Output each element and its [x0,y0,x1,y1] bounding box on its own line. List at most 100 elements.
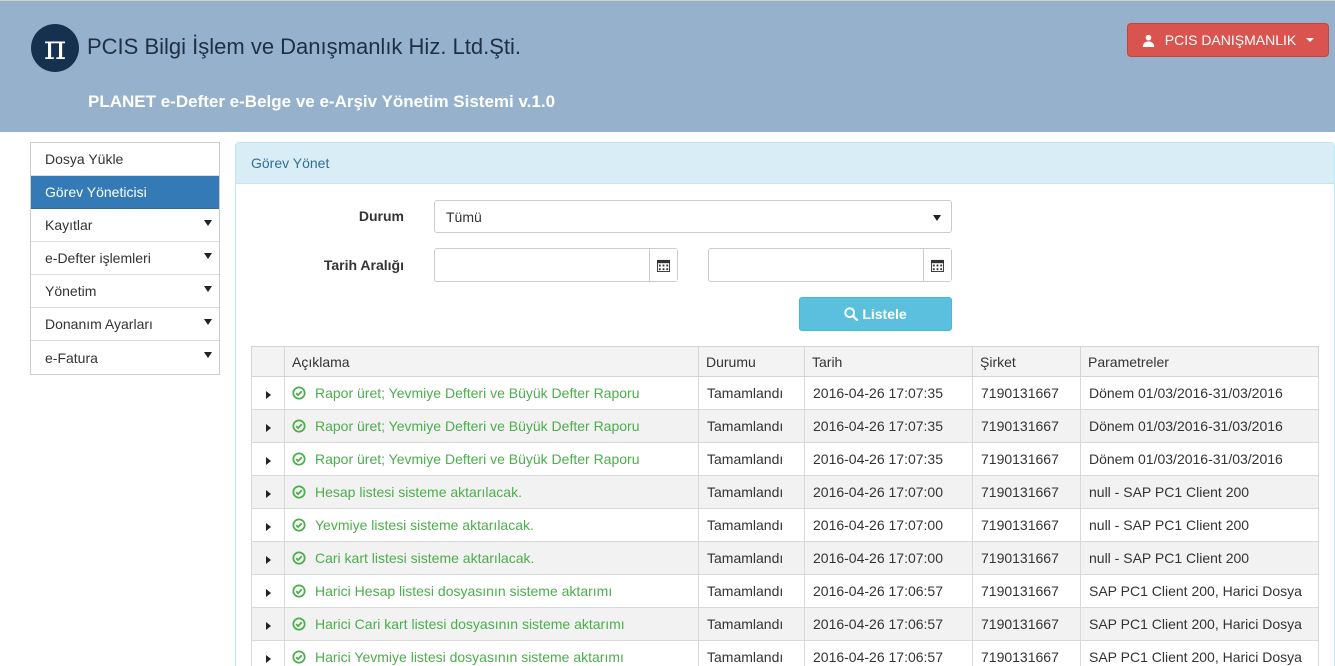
column-header-status[interactable]: Durumu [698,346,805,377]
caret-down-icon [933,215,941,221]
description-text: Harici Hesap listesi dosyasının sisteme … [315,583,613,599]
status-cell: Tamamlandı [698,508,805,542]
company-cell: 7190131667 [972,442,1081,476]
expand-arrow-icon[interactable] [265,391,271,400]
expand-arrow-icon[interactable] [265,655,271,664]
calendar-icon[interactable] [649,249,677,281]
status-cell: Tamamlandı [698,574,805,608]
expand-cell[interactable] [251,475,285,509]
expand-cell[interactable] [251,574,285,608]
expand-cell[interactable] [251,607,285,641]
sidebar-nav: Dosya Yükle Görev Yöneticisi Kayıtlar e-… [30,142,220,375]
sidebar-item-donanim-ayarlari[interactable]: Donanım Ayarları [31,308,219,341]
parameters-cell: null - SAP PC1 Client 200 [1080,508,1319,542]
status-cell: Tamamlandı [698,409,805,443]
system-title: PLANET e-Defter e-Belge ve e-Arşiv Yönet… [88,92,556,111]
expand-arrow-icon[interactable] [265,490,271,499]
column-header-expand [251,346,285,377]
description-text: Rapor üret; Yevmiye Defteri ve Büyük Def… [315,385,640,401]
sidebar-item-label: e-Fatura [45,349,98,366]
status-cell: Tamamlandı [698,475,805,509]
check-circle-icon [292,584,306,598]
table-row[interactable]: Rapor üret; Yevmiye Defteri ve Büyük Def… [251,376,1319,410]
date-cell: 2016-04-26 17:07:00 [804,508,973,542]
date-from-input[interactable] [435,249,649,281]
date-cell: 2016-04-26 17:06:57 [804,607,973,641]
expand-cell[interactable] [251,376,285,410]
description-cell: Harici Yevmiye listesi dosyasının sistem… [284,640,699,666]
sidebar-item-dosya-yukle[interactable]: Dosya Yükle [31,143,219,176]
user-icon [1142,34,1154,47]
sidebar-item-gorev-yoneticisi[interactable]: Görev Yöneticisi [31,176,219,209]
company-cell: 7190131667 [972,376,1081,410]
description-cell: Yevmiye listesi sisteme aktarılacak. [284,508,699,542]
date-to-group [708,248,952,282]
expand-cell[interactable] [251,640,285,666]
date-to-input[interactable] [709,249,923,281]
expand-cell[interactable] [251,442,285,476]
date-cell: 2016-04-26 17:07:35 [804,376,973,410]
date-cell: 2016-04-26 17:07:35 [804,442,973,476]
table-row[interactable]: Rapor üret; Yevmiye Defteri ve Büyük Def… [251,409,1319,443]
expand-arrow-icon[interactable] [265,523,271,532]
description-text: Cari kart listesi sisteme aktarılacak. [315,550,535,566]
table-row[interactable]: Rapor üret; Yevmiye Defteri ve Büyük Def… [251,442,1319,476]
status-select[interactable]: Tümü [434,200,952,233]
check-circle-icon [292,452,306,466]
list-button-label: Listele [862,306,907,322]
status-cell: Tamamlandı [698,607,805,641]
column-header-company[interactable]: Şirket [972,346,1081,377]
parameters-cell: Dönem 01/03/2016-31/03/2016 [1080,442,1319,476]
table-row[interactable]: Harici Cari kart listesi dosyasının sist… [251,607,1319,641]
description-text: Yevmiye listesi sisteme aktarılacak. [315,517,534,533]
expand-cell[interactable] [251,409,285,443]
list-button[interactable]: Listele [799,297,952,331]
date-cell: 2016-04-26 17:07:00 [804,541,973,575]
status-cell: Tamamlandı [698,376,805,410]
parameters-cell: SAP PC1 Client 200, Harici Dosya [1080,574,1319,608]
sidebar-item-yonetim[interactable]: Yönetim [31,275,219,308]
expand-arrow-icon[interactable] [265,622,271,631]
expand-cell[interactable] [251,508,285,542]
company-cell: 7190131667 [972,508,1081,542]
sidebar-item-kayitlar[interactable]: Kayıtlar [31,209,219,242]
description-cell: Hesap listesi sisteme aktarılacak. [284,475,699,509]
column-header-parameters[interactable]: Parametreler [1080,346,1319,377]
table-row[interactable]: Harici Yevmiye listesi dosyasının sistem… [251,640,1319,666]
description-cell: Rapor üret; Yevmiye Defteri ve Büyük Def… [284,409,699,443]
expand-arrow-icon[interactable] [265,589,271,598]
description-text: Harici Yevmiye listesi dosyasının sistem… [315,649,624,665]
pi-logo: π [31,24,79,72]
date-cell: 2016-04-26 17:07:00 [804,475,973,509]
column-header-description[interactable]: Açıklama [284,346,699,377]
status-label: Durum [358,208,404,224]
task-table: Açıklama Durumu Tarih Şirket Parametrele… [251,346,1319,666]
status-cell: Tamamlandı [698,640,805,666]
column-header-date[interactable]: Tarih [804,346,973,377]
chevron-down-icon [1306,38,1315,42]
calendar-icon[interactable] [923,249,951,281]
expand-arrow-icon[interactable] [265,457,271,466]
table-row[interactable]: Hesap listesi sisteme aktarılacak. Tamaml… [251,475,1319,509]
panel-title: Görev Yönet [236,143,1334,184]
sidebar-item-label: Görev Yöneticisi [45,184,147,200]
sidebar-item-e-defter-islemleri[interactable]: e-Defter işlemleri [31,242,219,275]
user-menu-button[interactable]: PCIS DANIŞMANLIK [1127,23,1329,57]
table-row[interactable]: Yevmiye listesi sisteme aktarılacak. Tama… [251,508,1319,542]
parameters-cell: Dönem 01/03/2016-31/03/2016 [1080,409,1319,443]
description-cell: Harici Hesap listesi dosyasının sisteme … [284,574,699,608]
user-menu-label: PCIS DANIŞMANLIK [1164,32,1297,48]
table-row[interactable]: Harici Hesap listesi dosyasının sisteme … [251,574,1319,608]
expand-cell[interactable] [251,541,285,575]
sidebar-item-label: Yönetim [45,283,97,299]
expand-arrow-icon[interactable] [265,424,271,433]
table-row[interactable]: Cari kart listesi sisteme aktarılacak. Ta… [251,541,1319,575]
description-text: Hesap listesi sisteme aktarılacak. [315,484,522,500]
description-text: Rapor üret; Yevmiye Defteri ve Büyük Def… [315,451,640,467]
check-circle-icon [292,419,306,433]
sidebar-item-e-fatura[interactable]: e-Fatura [31,341,219,374]
expand-arrow-icon[interactable] [265,556,271,565]
caret-down-icon [204,220,212,226]
caret-down-icon [204,319,212,325]
sidebar-item-label: e-Defter işlemleri [45,250,151,266]
